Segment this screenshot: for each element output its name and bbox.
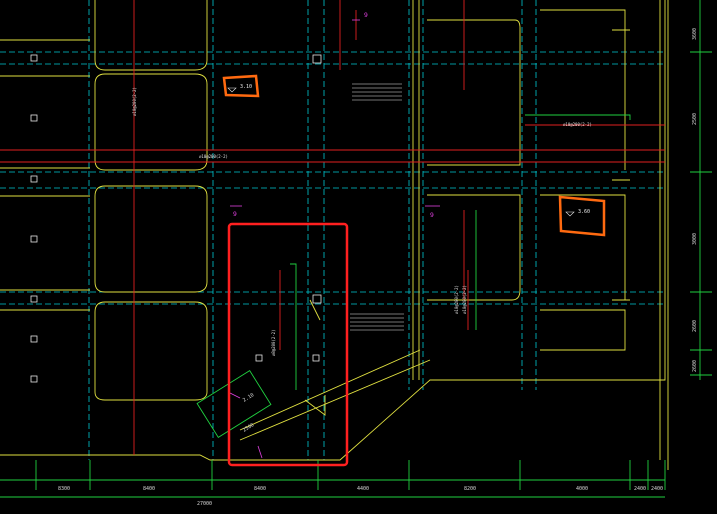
dim-right-4: 2600: [692, 320, 698, 332]
section-mark-1: 9: [364, 12, 368, 19]
dim-total: 27000: [197, 501, 212, 507]
rebar-note-6: ⌀10@200(2-2): [462, 285, 467, 314]
dim-bottom-8: 2400: [651, 486, 663, 492]
rebar-note-1: ⌀10@200(2-2): [132, 87, 137, 116]
dim-right-3: 3000: [692, 233, 698, 245]
rebar-note-3: ⌀10@200(2-2): [563, 122, 592, 127]
dim-bottom-5: 8200: [464, 486, 476, 492]
dim-bottom-4: 4400: [357, 486, 369, 492]
dim-right-2: 2500: [692, 113, 698, 125]
rebar-note-5: ⌀10@200(2-2): [454, 285, 459, 314]
dim-right-1: 3600: [692, 28, 698, 40]
dim-bottom-2: 8400: [143, 486, 155, 492]
dim-bottom-3: 8400: [254, 486, 266, 492]
level-tag-right-text: 3.60: [578, 209, 590, 215]
section-mark-2: 9: [233, 211, 237, 218]
rebar-note-4: ⌀8@200(2-2): [271, 330, 276, 357]
dim-right-5: 2600: [692, 360, 698, 372]
section-mark-3: 9: [430, 212, 434, 219]
drawing-background: [0, 0, 717, 514]
dim-bottom-6: 4000: [576, 486, 588, 492]
dim-bottom-7: 2400: [634, 486, 646, 492]
rebar-note-2: ⌀10@200(2-2): [199, 154, 228, 159]
dim-bottom-1: 8300: [58, 486, 70, 492]
cad-floor-plan: 9 9 9 ⌀10@200(2-2) ⌀10@200(2-2) ⌀10@200(…: [0, 0, 717, 514]
level-tag-left-text: 3.10: [240, 84, 252, 90]
